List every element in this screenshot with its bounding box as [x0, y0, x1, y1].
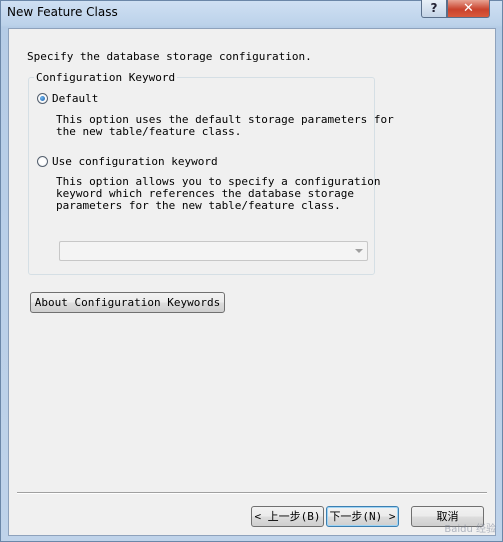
default-option-label: Default: [52, 92, 99, 105]
close-button[interactable]: ✕: [447, 0, 490, 18]
help-button[interactable]: ?: [421, 0, 447, 18]
use-keyword-option-label: Use configuration keyword: [52, 155, 218, 168]
close-icon: ✕: [463, 1, 474, 16]
divider: [17, 492, 487, 494]
group-legend: Configuration Keyword: [34, 71, 178, 84]
default-radio[interactable]: [37, 93, 48, 104]
configuration-keyword-select[interactable]: [59, 241, 368, 261]
chevron-down-icon: [355, 249, 363, 253]
dialog-content: Specify the database storage configurati…: [8, 28, 496, 536]
use-keyword-radio[interactable]: [37, 156, 48, 167]
default-option-description: This option uses the default storage par…: [56, 113, 394, 138]
title-bar[interactable]: New Feature Class ? ✕: [1, 0, 502, 27]
default-option[interactable]: Default: [37, 92, 98, 105]
next-button[interactable]: 下一步(N) >: [326, 506, 399, 527]
use-keyword-option[interactable]: Use configuration keyword: [37, 155, 218, 168]
window-title: New Feature Class: [7, 5, 118, 19]
instruction-text: Specify the database storage configurati…: [27, 50, 312, 63]
dialog-window: New Feature Class ? ✕ Specify the databa…: [0, 0, 503, 542]
watermark: Baidu 经验: [444, 524, 496, 535]
back-button[interactable]: < 上一步(B): [251, 506, 324, 527]
use-keyword-option-description: This option allows you to specify a conf…: [56, 175, 381, 212]
about-configuration-keywords-button[interactable]: About Configuration Keywords: [30, 292, 225, 313]
help-icon: ?: [430, 1, 438, 15]
configuration-keyword-group: Configuration Keyword Default This optio…: [28, 71, 394, 275]
